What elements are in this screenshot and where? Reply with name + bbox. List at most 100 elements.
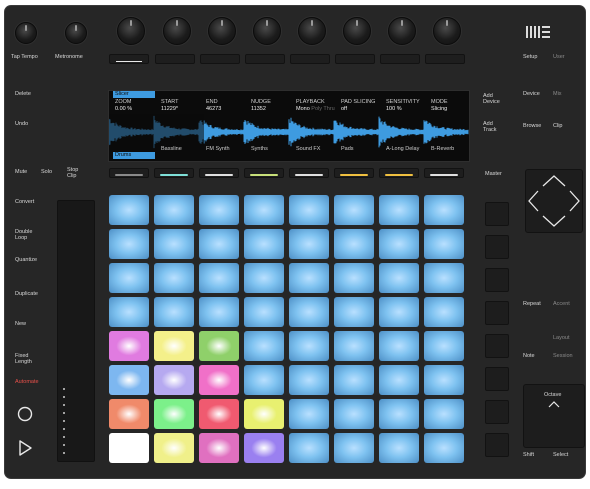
pad-r4-c4[interactable]: [244, 297, 284, 327]
note-button[interactable]: Note: [521, 352, 547, 362]
pad-r4-c7[interactable]: [379, 297, 419, 327]
pad-r8-c2[interactable]: [154, 433, 194, 463]
swing-knob[interactable]: [65, 22, 87, 44]
scene-launch-button-1[interactable]: [485, 202, 509, 226]
pad-r1-c8[interactable]: [424, 195, 464, 225]
pad-r6-c2[interactable]: [154, 365, 194, 395]
touch-strip[interactable]: [57, 200, 95, 462]
add-device-button[interactable]: Add Device: [481, 92, 515, 108]
pad-r6-c7[interactable]: [379, 365, 419, 395]
encoder-knob-3[interactable]: [208, 17, 236, 45]
pad-r5-c3[interactable]: [199, 331, 239, 361]
undo-button[interactable]: Undo: [13, 120, 53, 130]
pad-r3-c6[interactable]: [334, 263, 374, 293]
lower-row-button-4[interactable]: [244, 168, 284, 178]
pad-r6-c5[interactable]: [289, 365, 329, 395]
pad-r4-c1[interactable]: [109, 297, 149, 327]
arrow-keys[interactable]: [525, 169, 583, 233]
pad-r5-c8[interactable]: [424, 331, 464, 361]
lower-row-button-7[interactable]: [379, 168, 419, 178]
pad-r4-c6[interactable]: [334, 297, 374, 327]
pad-r1-c4[interactable]: [244, 195, 284, 225]
stop-clip-button[interactable]: Stop Clip: [65, 166, 87, 182]
pad-r6-c6[interactable]: [334, 365, 374, 395]
pad-r7-c8[interactable]: [424, 399, 464, 429]
upper-row-button-7[interactable]: [380, 54, 420, 64]
upper-row-button-2[interactable]: [155, 54, 195, 64]
pad-r2-c5[interactable]: [289, 229, 329, 259]
accent-button[interactable]: Accent: [551, 300, 577, 310]
pad-r1-c2[interactable]: [154, 195, 194, 225]
quantize-button[interactable]: Quantize: [13, 256, 53, 266]
upper-row-button-8[interactable]: [425, 54, 465, 64]
pad-r3-c7[interactable]: [379, 263, 419, 293]
pad-r8-c1[interactable]: [109, 433, 149, 463]
lower-row-button-8[interactable]: [424, 168, 464, 178]
scene-launch-button-7[interactable]: [485, 400, 509, 424]
pad-r1-c5[interactable]: [289, 195, 329, 225]
record-icon[interactable]: [15, 404, 35, 424]
pad-r7-c2[interactable]: [154, 399, 194, 429]
select-button[interactable]: Select: [551, 451, 577, 461]
pad-r7-c4[interactable]: [244, 399, 284, 429]
session-button[interactable]: Session: [551, 352, 577, 362]
scene-launch-button-6[interactable]: [485, 367, 509, 391]
pad-r8-c8[interactable]: [424, 433, 464, 463]
pad-r7-c3[interactable]: [199, 399, 239, 429]
pad-r1-c7[interactable]: [379, 195, 419, 225]
scene-launch-button-4[interactable]: [485, 301, 509, 325]
scene-launch-button-5[interactable]: [485, 334, 509, 358]
device-button[interactable]: Device: [521, 90, 547, 100]
lower-row-button-3[interactable]: [199, 168, 239, 178]
automate-button[interactable]: Automate: [13, 378, 53, 388]
pad-r6-c8[interactable]: [424, 365, 464, 395]
pad-r5-c4[interactable]: [244, 331, 284, 361]
pad-r5-c7[interactable]: [379, 331, 419, 361]
scene-launch-button-3[interactable]: [485, 268, 509, 292]
fixed-length-button[interactable]: Fixed Length: [13, 352, 53, 368]
pad-r2-c4[interactable]: [244, 229, 284, 259]
shift-button[interactable]: Shift: [521, 451, 547, 461]
setup-button[interactable]: Setup: [521, 53, 545, 63]
pad-r3-c2[interactable]: [154, 263, 194, 293]
pad-r3-c1[interactable]: [109, 263, 149, 293]
pad-r3-c8[interactable]: [424, 263, 464, 293]
layout-button[interactable]: Layout: [551, 334, 577, 344]
user-button[interactable]: User: [551, 53, 575, 63]
clip-button[interactable]: Clip: [551, 122, 577, 132]
lower-row-button-5[interactable]: [289, 168, 329, 178]
solo-button[interactable]: Solo: [39, 168, 59, 178]
repeat-button[interactable]: Repeat: [521, 300, 547, 310]
lower-row-button-1[interactable]: [109, 168, 149, 178]
upper-row-button-1[interactable]: [109, 54, 149, 64]
pad-r1-c1[interactable]: [109, 195, 149, 225]
scene-launch-button-8[interactable]: [485, 433, 509, 457]
add-track-button[interactable]: Add Track: [481, 120, 515, 136]
pad-r4-c3[interactable]: [199, 297, 239, 327]
new-button[interactable]: New: [13, 320, 53, 330]
encoder-knob-7[interactable]: [388, 17, 416, 45]
encoder-knob-4[interactable]: [253, 17, 281, 45]
convert-button[interactable]: Convert: [13, 198, 53, 208]
encoder-knob-5[interactable]: [298, 17, 326, 45]
lower-row-button-2[interactable]: [154, 168, 194, 178]
pad-r4-c2[interactable]: [154, 297, 194, 327]
pad-r1-c6[interactable]: [334, 195, 374, 225]
play-icon[interactable]: [15, 438, 35, 458]
pad-r3-c4[interactable]: [244, 263, 284, 293]
pad-r6-c4[interactable]: [244, 365, 284, 395]
pad-r6-c1[interactable]: [109, 365, 149, 395]
mute-button[interactable]: Mute: [13, 168, 33, 178]
pad-r7-c6[interactable]: [334, 399, 374, 429]
master-button[interactable]: Master: [483, 170, 513, 180]
pad-r2-c8[interactable]: [424, 229, 464, 259]
tap-tempo-button[interactable]: Tap Tempo: [9, 53, 49, 63]
pad-r2-c1[interactable]: [109, 229, 149, 259]
mix-button[interactable]: Mix: [551, 90, 577, 100]
upper-row-button-5[interactable]: [290, 54, 330, 64]
tempo-knob[interactable]: [15, 22, 37, 44]
upper-row-button-6[interactable]: [335, 54, 375, 64]
pad-r7-c1[interactable]: [109, 399, 149, 429]
upper-row-button-4[interactable]: [245, 54, 285, 64]
pad-r3-c5[interactable]: [289, 263, 329, 293]
